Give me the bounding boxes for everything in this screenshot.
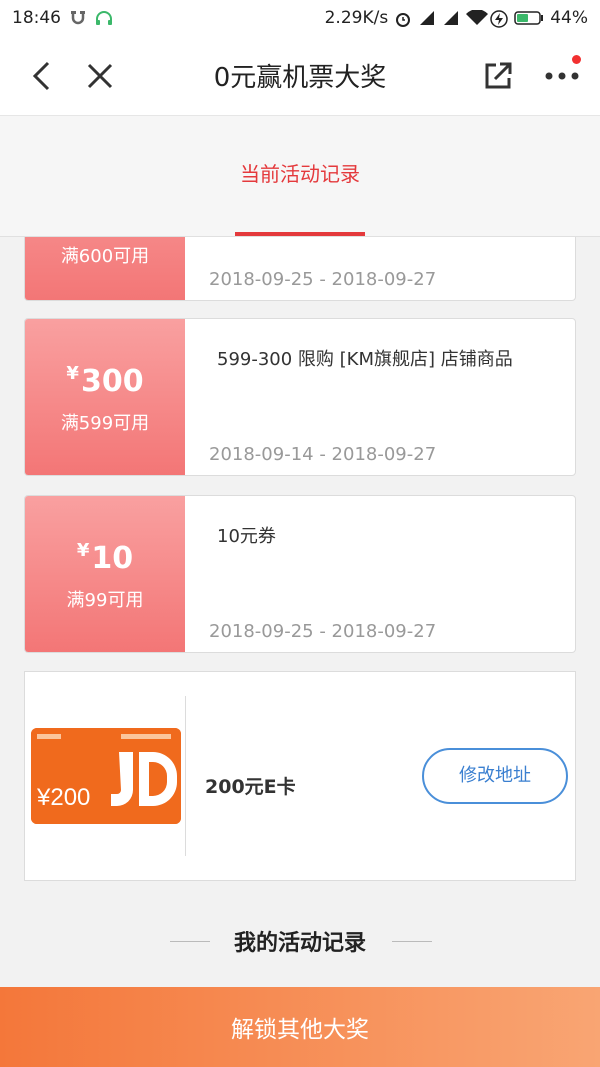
coupon-value-panel: ¥300 满599可用 (25, 319, 185, 475)
card-value-label: ¥200 (37, 784, 91, 811)
edit-address-button[interactable]: 修改地址 (422, 748, 568, 804)
coupon-amount-value: 10 (91, 541, 134, 576)
more-icon (545, 72, 579, 79)
nav-bar: 0元赢机票大奖 (0, 36, 600, 116)
coupon-condition: 满99可用 (66, 590, 144, 611)
currency-symbol: ¥ (66, 363, 79, 384)
coupon-card[interactable]: ¥300 满599可用 599-300 限购 [KM旗舰店] 店铺商品 2018… (24, 318, 576, 476)
jd-gift-card-image: ¥200 (31, 728, 181, 824)
coupon-condition: 满600可用 (60, 246, 150, 267)
signal-icon-2 (442, 10, 460, 26)
coupon-description: 10元券 (217, 526, 276, 547)
coupon-card[interactable]: ¥10 满99可用 10元券 2018-09-25 - 2018-09-27 (24, 495, 576, 653)
unlock-prizes-button[interactable]: 解锁其他大奖 (0, 987, 600, 1067)
coupon-amount: ¥300 (25, 363, 185, 399)
coupon-amount: ¥10 (25, 540, 185, 576)
signal-icon (418, 10, 436, 26)
close-button[interactable] (72, 48, 128, 104)
currency-symbol: ¥ (76, 540, 90, 561)
notification-icon (69, 10, 87, 26)
coupon-date: 2018-09-14 - 2018-09-27 (209, 444, 437, 465)
alarm-icon (394, 10, 412, 27)
network-speed: 2.29K/s (324, 8, 389, 28)
section-title: 我的活动记录 (233, 931, 366, 956)
tab-bar: 当前活动记录 (0, 116, 600, 237)
coupon-value-panel: 满600可用 (25, 237, 185, 300)
coupon-notch (179, 237, 191, 300)
battery-percent: 44% (550, 8, 588, 28)
coupon-amount-value: 300 (80, 364, 144, 399)
coupon-value-panel: ¥10 满99可用 (25, 496, 185, 652)
tab-underline (235, 232, 365, 236)
wifi-icon (466, 9, 489, 26)
coupon-list: 满600可用 2018-09-25 - 2018-09-27 ¥300 满599… (0, 237, 600, 987)
back-button[interactable] (14, 48, 70, 104)
headset-icon (95, 10, 113, 26)
share-button[interactable] (470, 48, 526, 104)
coupon-description: 599-300 限购 [KM旗舰店] 店铺商品 (217, 349, 513, 370)
status-time: 18:46 (12, 8, 61, 28)
coupon-date: 2018-09-25 - 2018-09-27 (209, 621, 437, 642)
share-icon (485, 62, 512, 88)
status-bar: 18:46 2.29K/s 44% (0, 0, 600, 36)
prize-name: 200元E卡 (205, 776, 296, 798)
more-button[interactable] (534, 48, 590, 104)
coupon-condition: 满599可用 (60, 413, 150, 434)
coupon-card[interactable]: 满600可用 2018-09-25 - 2018-09-27 (24, 237, 576, 301)
tab-current-records[interactable]: 当前活动记录 (0, 158, 600, 187)
notification-badge (572, 55, 581, 64)
charging-icon (490, 10, 508, 28)
divider (185, 696, 186, 856)
coupon-date: 2018-09-25 - 2018-09-27 (209, 269, 437, 290)
ecard-prize: ¥200 200元E卡 修改地址 (24, 671, 576, 881)
chevron-left-icon (32, 61, 50, 90)
battery-icon (514, 10, 544, 26)
coupon-notch (179, 319, 191, 475)
divider (392, 941, 432, 942)
close-icon (87, 63, 113, 88)
coupon-notch (179, 496, 191, 652)
